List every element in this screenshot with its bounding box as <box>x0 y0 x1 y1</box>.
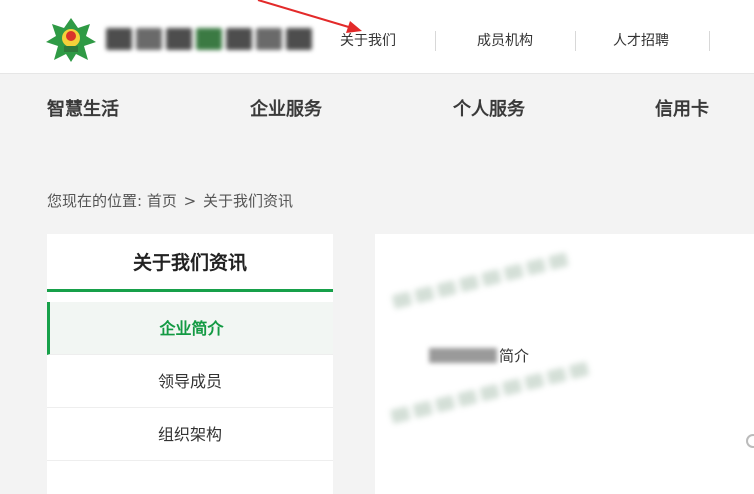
mainnav-enterprise-services[interactable]: 企业服务 <box>250 95 322 121</box>
company-logo[interactable] <box>44 16 312 64</box>
breadcrumb: 您现在的位置: 首页 > 关于我们资讯 <box>47 190 293 211</box>
logo-icon <box>46 18 96 62</box>
company-intro-heading: 简介 <box>429 345 529 366</box>
topnav-about-us[interactable]: 关于我们 <box>340 30 396 52</box>
topnav-divider <box>435 31 436 51</box>
scroll-indicator-icon[interactable] <box>746 434 754 448</box>
breadcrumb-prefix: 您现在的位置: <box>47 192 143 210</box>
topnav-recruitment[interactable]: 人才招聘 <box>613 30 669 52</box>
breadcrumb-home-link[interactable]: 首页 <box>147 192 177 210</box>
mainnav-smart-life[interactable]: 智慧生活 <box>47 95 119 121</box>
top-navigation: 关于我们 成员机构 人才招聘 <box>320 0 754 74</box>
sidebar-title: 关于我们资讯 <box>47 234 333 292</box>
breadcrumb-separator: > <box>183 192 197 210</box>
breadcrumb-current[interactable]: 关于我们资讯 <box>203 192 293 210</box>
sidebar: 关于我们资讯 企业简介 领导成员 组织架构 <box>47 234 333 494</box>
blurred-company-name <box>106 28 342 52</box>
main-navigation: 智慧生活 企业服务 个人服务 信用卡 <box>0 75 754 135</box>
sidebar-item-organization[interactable]: 组织架构 <box>47 408 333 461</box>
top-header: 关于我们 成员机构 人才招聘 <box>0 0 754 74</box>
content-panel: 简介 <box>375 234 754 494</box>
sidebar-item-company-profile[interactable]: 企业简介 <box>47 302 333 355</box>
watermark <box>391 250 574 313</box>
watermark <box>390 359 595 428</box>
topnav-divider <box>575 31 576 51</box>
mainnav-credit-card[interactable]: 信用卡 <box>655 95 709 121</box>
topnav-member-institutions[interactable]: 成员机构 <box>477 30 533 52</box>
mainnav-personal-services[interactable]: 个人服务 <box>453 95 525 121</box>
sidebar-item-leadership[interactable]: 领导成员 <box>47 355 333 408</box>
topnav-divider <box>709 31 710 51</box>
blurred-company-name <box>429 348 497 363</box>
